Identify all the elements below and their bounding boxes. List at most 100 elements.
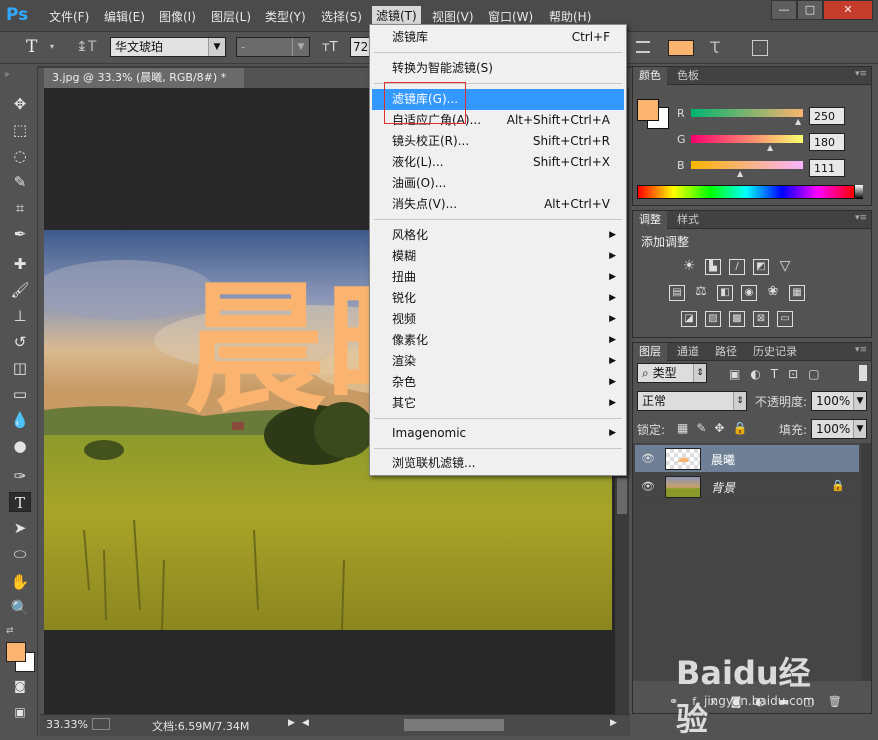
panel-menu-icon[interactable]: ▾≡ (855, 345, 867, 355)
crop-tool-icon[interactable]: ⌗ (9, 198, 31, 218)
panel-menu-icon[interactable]: ▾≡ (855, 69, 867, 79)
tab-adjustments[interactable]: 调整 (633, 211, 667, 229)
channel-mixer-icon[interactable]: ❀ (765, 285, 781, 301)
brightness-icon[interactable]: ☀ (681, 259, 697, 275)
hue-saturation-icon[interactable]: ▤ (669, 285, 685, 301)
lasso-tool-icon[interactable]: ◌ (9, 146, 31, 166)
tab-styles[interactable]: 样式 (671, 211, 705, 229)
tab-color[interactable]: 颜色 (633, 67, 667, 85)
color-spectrum-ramp[interactable] (637, 185, 855, 199)
scroll-left-icon[interactable]: ◀ (302, 718, 309, 728)
posterize-icon[interactable]: ▨ (705, 311, 721, 327)
vibrance-icon[interactable]: ▽ (777, 259, 793, 275)
scroll-thumb[interactable] (617, 478, 627, 514)
tab-swatches[interactable]: 色板 (671, 67, 705, 85)
menu-item-oil-paint[interactable]: 油画(O)... (372, 173, 624, 194)
tab-history[interactable]: 历史记录 (747, 343, 803, 361)
menu-item-last-filter[interactable]: 滤镜库 Ctrl+F (372, 27, 624, 48)
slider-handle-icon[interactable]: ▲ (767, 143, 773, 152)
blur-tool-icon[interactable]: 💧 (9, 410, 31, 430)
foreground-swatch[interactable] (637, 99, 659, 121)
align-right-icon[interactable] (636, 41, 650, 53)
maximize-button[interactable]: □ (797, 0, 823, 20)
pen-tool-icon[interactable]: ✑ (9, 466, 31, 486)
dodge-tool-icon[interactable]: ● (9, 436, 31, 456)
hand-tool-icon[interactable]: ✋ (9, 572, 31, 592)
layer-row[interactable]: 👁 背景 🔒 (635, 473, 859, 501)
black-white-icon[interactable]: ◧ (717, 285, 733, 301)
menu-item-browse-online[interactable]: 浏览联机滤镜... (372, 453, 624, 474)
font-size-input[interactable]: 72 (350, 37, 370, 57)
menu-edit[interactable]: 编辑(E) (104, 8, 145, 26)
filter-toggle[interactable] (859, 365, 867, 381)
menu-item-other[interactable]: 其它 ▶ (372, 393, 624, 414)
swap-colors-icon[interactable]: ⇄ (6, 626, 14, 636)
ellipse-tool-icon[interactable]: ⬭ (9, 544, 31, 564)
eraser-tool-icon[interactable]: ◫ (9, 358, 31, 378)
blue-value-input[interactable]: 111 (809, 159, 845, 177)
menu-item-noise[interactable]: 杂色 ▶ (372, 372, 624, 393)
menu-item-distort[interactable]: 扭曲 ▶ (372, 267, 624, 288)
menu-filter[interactable]: 滤镜(T) (372, 6, 421, 26)
minimize-button[interactable]: — (771, 0, 797, 20)
marquee-tool-icon[interactable]: ⬚ (9, 120, 31, 140)
layers-scrollbar[interactable] (861, 443, 871, 681)
green-value-input[interactable]: 180 (809, 133, 845, 151)
tab-channels[interactable]: 通道 (671, 343, 705, 361)
info-menu-arrow-icon[interactable]: ▶ (288, 718, 295, 728)
font-family-select[interactable]: 华文琥珀 ▼ (110, 37, 226, 57)
slider-handle-icon[interactable]: ▲ (795, 117, 801, 126)
clone-stamp-tool-icon[interactable]: ⊥ (9, 306, 31, 326)
tab-paths[interactable]: 路径 (709, 343, 743, 361)
color-lookup-icon[interactable]: ▦ (789, 285, 805, 301)
menu-item-stylize[interactable]: 风格化 ▶ (372, 225, 624, 246)
levels-icon[interactable]: ▙ (705, 259, 721, 275)
foreground-color-swatch[interactable] (6, 642, 26, 662)
panel-menu-icon[interactable]: ▾≡ (855, 213, 867, 223)
gradient-tool-icon[interactable]: ▭ (9, 384, 31, 404)
scroll-right-icon[interactable]: ▶ (610, 718, 617, 728)
menu-image[interactable]: 图像(I) (159, 8, 196, 26)
layer-name[interactable]: 晨曦 (711, 451, 735, 468)
character-panel-icon[interactable] (752, 40, 768, 56)
tab-layers[interactable]: 图层 (633, 343, 667, 361)
zoom-level[interactable]: 33.33% (46, 718, 88, 731)
menu-type[interactable]: 类型(Y) (265, 8, 306, 26)
text-orientation-icon[interactable]: ↨T (76, 39, 96, 55)
layer-name[interactable]: 背景 (711, 479, 735, 496)
menu-item-vanishing-point[interactable]: 消失点(V)... Alt+Ctrl+V (372, 194, 624, 215)
history-brush-tool-icon[interactable]: ↺ (9, 332, 31, 352)
font-style-select[interactable]: - ▼ (236, 37, 310, 57)
menu-select[interactable]: 选择(S) (321, 8, 362, 26)
slider-handle-icon[interactable]: ▲ (737, 169, 743, 178)
blend-mode-select[interactable]: 正常 ⇕ (637, 391, 747, 411)
menu-item-convert-smart[interactable]: 转换为智能滤镜(S) (372, 58, 624, 79)
horizontal-scroll-thumb[interactable] (404, 719, 504, 731)
threshold-icon[interactable]: ▩ (729, 311, 745, 327)
black-white-ramp[interactable] (855, 185, 863, 199)
text-color-swatch[interactable] (668, 40, 694, 56)
move-tool-icon[interactable]: ✥ (9, 94, 31, 114)
close-button[interactable]: ✕ (823, 0, 873, 20)
blue-slider[interactable] (691, 161, 803, 169)
layer-filter-icons[interactable]: ▣◐T⊡▢ (729, 367, 830, 381)
share-icon[interactable] (92, 718, 110, 730)
photo-filter-icon[interactable]: ◉ (741, 285, 757, 301)
menu-item-liquify[interactable]: 液化(L)... Shift+Ctrl+X (372, 152, 624, 173)
menu-file[interactable]: 文件(F) (49, 8, 89, 26)
menu-item-lens-correction[interactable]: 镜头校正(R)... Shift+Ctrl+R (372, 131, 624, 152)
tool-preset-chevron-icon[interactable]: ▾ (50, 42, 54, 51)
red-value-input[interactable]: 250 (809, 107, 845, 125)
healing-brush-tool-icon[interactable]: ✚ (9, 254, 31, 274)
menu-item-pixelate[interactable]: 像素化 ▶ (372, 330, 624, 351)
eyedropper-tool-icon[interactable]: ✒ (9, 224, 31, 244)
layer-row[interactable]: 👁 ☁ 晨曦 (635, 445, 859, 473)
color-balance-icon[interactable]: ⚖ (693, 285, 709, 301)
menu-item-imagenomic[interactable]: Imagenomic ▶ (372, 423, 624, 444)
quick-select-tool-icon[interactable]: ✎ (9, 172, 31, 192)
fill-input[interactable]: 100% ▼ (811, 419, 867, 439)
exposure-icon[interactable]: ◩ (753, 259, 769, 275)
menu-item-sharpen[interactable]: 锐化 ▶ (372, 288, 624, 309)
green-slider[interactable] (691, 135, 803, 143)
screen-mode-icon[interactable]: ▣ (9, 702, 31, 722)
